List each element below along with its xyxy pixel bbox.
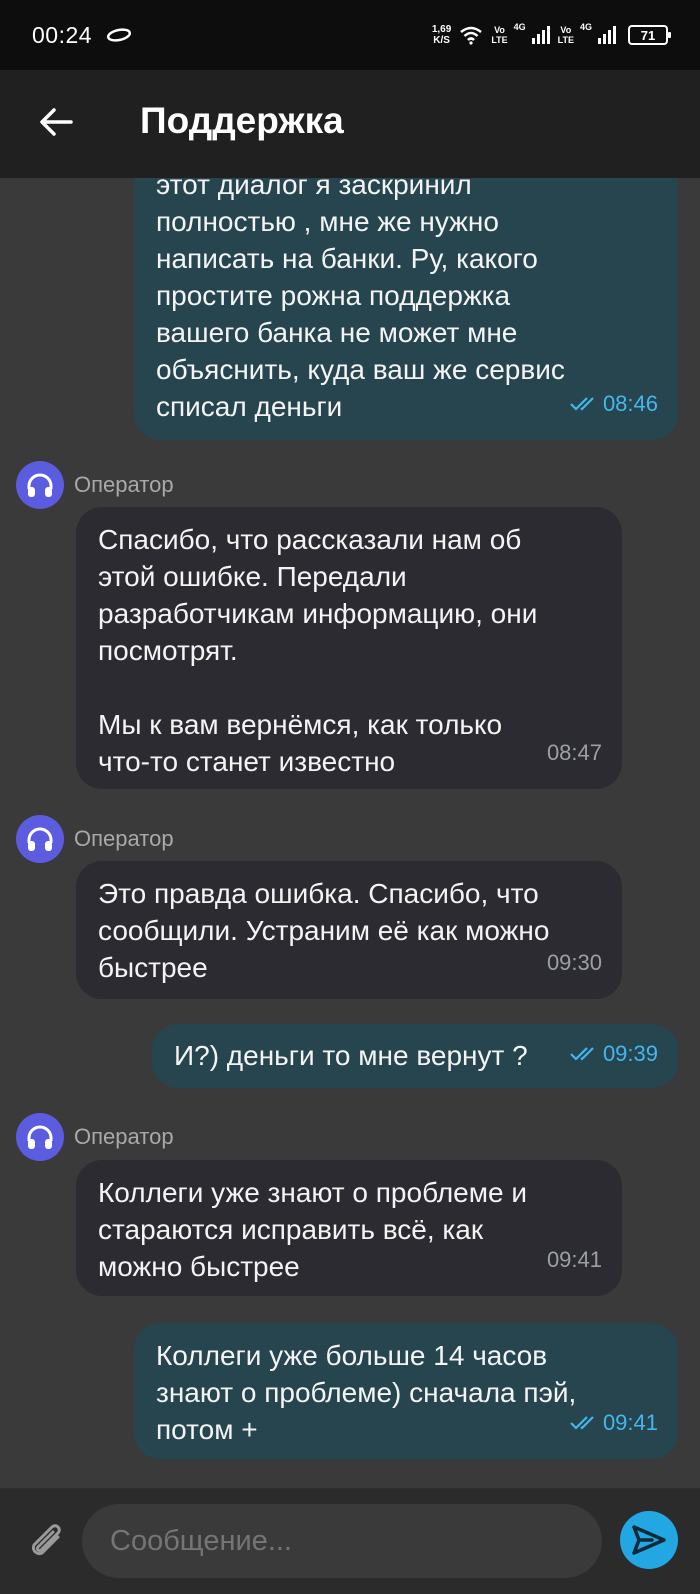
- status-indicators: 1,69 K/S Vo LTE 4G Vo LTE 4G 71: [432, 22, 671, 46]
- volte-indicator-1: Vo LTE: [491, 25, 507, 45]
- message-text: Это правда ошибка. Спасибо, что сообщили…: [98, 878, 550, 983]
- page-title: Поддержка: [140, 100, 344, 141]
- sig1-label: 4G: [513, 22, 526, 32]
- message-time: 09:41: [570, 1404, 658, 1441]
- sender-name: Оператор: [74, 826, 174, 851]
- operator-avatar: [16, 461, 64, 509]
- double-check-icon: [570, 1415, 594, 1430]
- network-speed-value: 1,69: [431, 24, 452, 35]
- message-text: Спасибо, что рассказали нам об этой ошиб…: [98, 524, 538, 777]
- outgoing-message[interactable]: И?) деньги то мне вернут ? 09:39: [152, 1024, 678, 1088]
- message-time: 09:39: [570, 1035, 658, 1072]
- volte2-top: Vo: [560, 25, 572, 35]
- headphones-icon: [27, 1125, 53, 1149]
- message-input[interactable]: [82, 1504, 602, 1578]
- back-arrow-icon: [40, 108, 73, 136]
- message-time: 08:47: [546, 740, 602, 765]
- incoming-message[interactable]: Это правда ошибка. Спасибо, что сообщили…: [76, 861, 622, 999]
- sender-name: Оператор: [74, 472, 174, 497]
- battery-icon: 71: [628, 25, 671, 45]
- volte2-bottom: LTE: [557, 35, 574, 45]
- double-check-icon: [570, 396, 594, 411]
- back-button[interactable]: [36, 102, 76, 142]
- headphones-icon: [27, 473, 53, 497]
- outgoing-message[interactable]: Коллеги уже больше 14 часов знают о проб…: [134, 1323, 678, 1459]
- network-speed: 1,69 K/S: [432, 24, 451, 46]
- app-header: Поддержка: [0, 70, 700, 178]
- signal-icon-2: 4G: [580, 22, 616, 44]
- wifi-icon: [460, 26, 483, 45]
- sender-name: Оператор: [74, 1124, 174, 1149]
- status-time: 00:24: [32, 21, 93, 48]
- outgoing-message[interactable]: этот диалог я заскринил полностью , мне …: [134, 178, 678, 440]
- volte1-bottom: LTE: [491, 35, 508, 45]
- message-time-text: 09:41: [602, 1410, 658, 1435]
- volte1-top: Vo: [494, 25, 505, 35]
- message-time: 09:41: [546, 1247, 602, 1272]
- double-check-icon: [570, 1046, 594, 1061]
- message-text: Коллеги уже знают о проблеме и стараются…: [98, 1177, 527, 1282]
- send-icon: [632, 1525, 666, 1555]
- operator-avatar: [16, 1113, 64, 1161]
- send-button[interactable]: [620, 1511, 678, 1569]
- attach-button[interactable]: [28, 1521, 68, 1565]
- incoming-message[interactable]: Спасибо, что рассказали нам об этой ошиб…: [76, 507, 622, 789]
- message-time: 08:46: [570, 385, 658, 422]
- message-time-text: 09:39: [602, 1041, 658, 1066]
- message-input-bar: [0, 1488, 700, 1594]
- signal-icon-1: 4G: [514, 22, 550, 44]
- operator-avatar: [16, 815, 64, 863]
- incoming-message[interactable]: Коллеги уже знают о проблеме и стараются…: [76, 1160, 622, 1296]
- volte-indicator-2: Vo LTE: [558, 25, 574, 45]
- headphones-icon: [27, 827, 53, 851]
- status-bar: 00:24 1,69 K/S Vo LTE 4G Vo LTE 4G 71: [0, 0, 700, 70]
- network-speed-unit: K/S: [433, 35, 450, 46]
- message-time-text: 08:46: [602, 391, 658, 416]
- paperclip-icon: [31, 1524, 61, 1556]
- chat-area[interactable]: этот диалог я заскринил полностью , мне …: [0, 178, 700, 1488]
- cloud-icon: [107, 28, 132, 42]
- sig2-label: 4G: [580, 22, 593, 32]
- message-time: 09:30: [546, 950, 602, 975]
- battery-level: 71: [640, 27, 656, 43]
